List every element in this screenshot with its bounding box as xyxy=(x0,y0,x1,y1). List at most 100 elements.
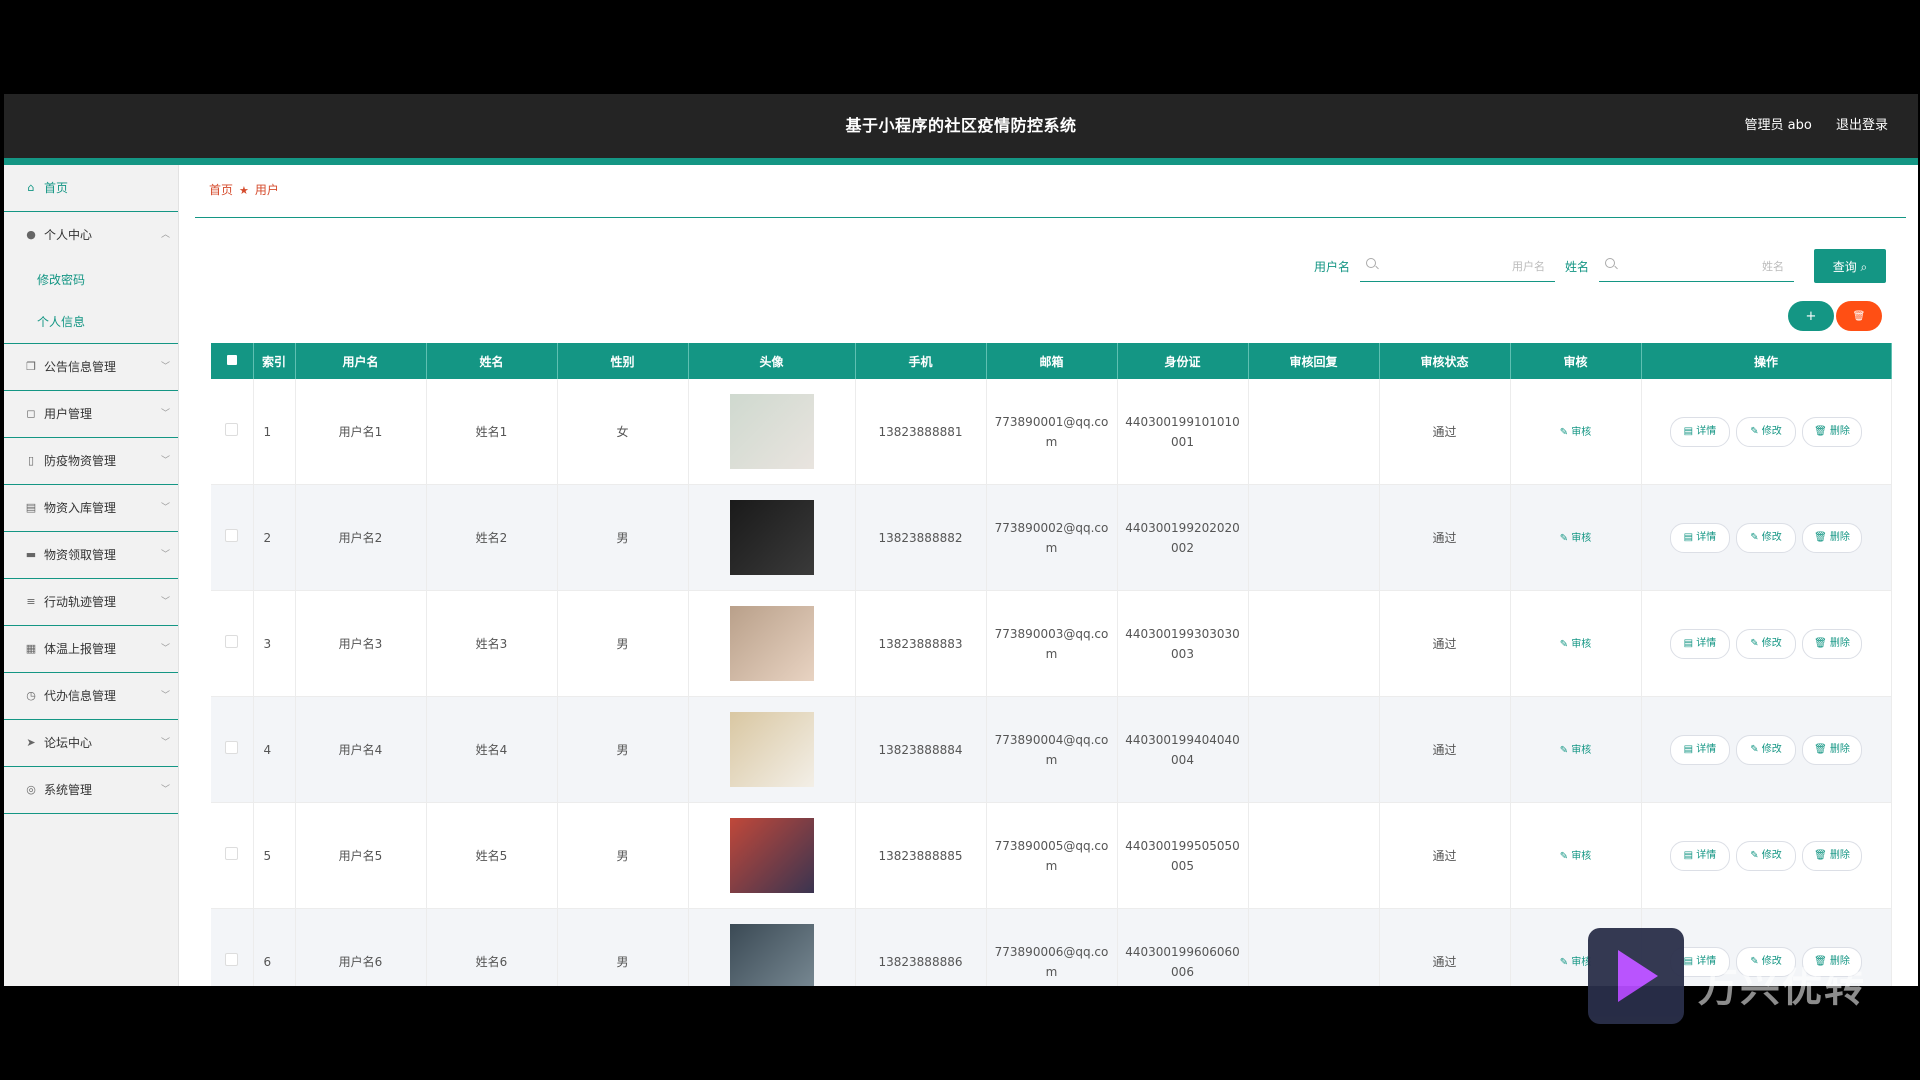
watermark-text: 万兴优转 xyxy=(1698,965,1866,1011)
column-header: 审核状态 xyxy=(1379,343,1511,379)
cell-index: 3 xyxy=(253,590,296,697)
avatar xyxy=(729,818,814,893)
row-checkbox[interactable] xyxy=(225,740,239,754)
cell-avatar xyxy=(688,379,856,485)
cell-email: 773890003@qq.com xyxy=(986,590,1118,697)
query-button[interactable]: 查询 ⌕ xyxy=(1814,249,1886,283)
sidebar-item-label: 防疫物资管理 xyxy=(44,454,117,468)
row-checkbox[interactable] xyxy=(225,422,239,436)
sidebar-item-8[interactable]: ▦ 体温上报管理 ﹀ xyxy=(4,626,178,673)
cell-name: 姓名1 xyxy=(426,379,558,485)
cell-gender: 男 xyxy=(557,696,689,803)
clock-icon: ◷ xyxy=(26,689,36,702)
sidebar-item-11[interactable]: ◎ 系统管理 ﹀ xyxy=(4,767,178,814)
sidebar-item-label: 个人中心 xyxy=(44,228,93,242)
cell-audit-status: 通过 xyxy=(1379,590,1511,697)
delete-button[interactable]: 🗑 删除 xyxy=(1802,416,1862,447)
edit-button[interactable]: ✎ 修改 xyxy=(1736,734,1796,765)
header-user-area: 管理员 abo 退出登录 xyxy=(1725,94,1888,158)
sidebar-item-1[interactable]: ● 个人中心 ︿ xyxy=(4,212,178,259)
cell-phone: 13823888882 xyxy=(855,484,987,591)
breadcrumb-home[interactable]: 首页 xyxy=(209,183,233,197)
edit-button[interactable]: ✎ 修改 xyxy=(1736,416,1796,447)
top-header: 基于小程序的社区疫情防控系统 管理员 abo 退出登录 xyxy=(4,94,1918,158)
cell-audit: ✎ 审核 xyxy=(1510,802,1642,909)
table-row: 3 用户名3 姓名3 男 13823888883 773890003@qq.com 4403… xyxy=(211,590,1892,697)
chevron-down-icon: ﹀ xyxy=(160,597,170,607)
logout-button[interactable]: 退出登录 xyxy=(1836,118,1888,133)
sidebar-item-9[interactable]: ◷ 代办信息管理 ﹀ xyxy=(4,673,178,720)
add-button[interactable]: + xyxy=(1788,301,1834,331)
edit-button[interactable]: ✎ 修改 xyxy=(1736,840,1796,871)
row-checkbox[interactable] xyxy=(225,846,239,860)
sidebar-item-label: 体温上报管理 xyxy=(44,642,117,656)
sidebar: ⌂ 首页 ● 个人中心 ︿ 修改密码 个人信息 ❐ 公告信息管理 ﹀ ◻ 用户管理 ﹀ ▯ 防疫物资管理 ﹀ ▤… xyxy=(4,165,179,986)
delete-button[interactable]: 🗑 删除 xyxy=(1802,628,1862,659)
detail-button[interactable]: ▤ 详情 xyxy=(1670,840,1730,871)
row-checkbox[interactable] xyxy=(225,952,239,966)
sidebar-subitem-1[interactable]: 个人信息 xyxy=(4,301,178,343)
sidebar-subitem-0[interactable]: 修改密码 xyxy=(4,259,178,301)
audit-button[interactable]: ✎ 审核 xyxy=(1560,639,1592,650)
audit-button[interactable]: ✎ 审核 xyxy=(1560,957,1592,968)
cell-username: 用户名1 xyxy=(295,379,427,485)
batch-delete-button[interactable]: 🗑 xyxy=(1836,301,1882,331)
table-row: 2 用户名2 姓名2 男 13823888882 773890002@qq.com 4403… xyxy=(211,484,1892,591)
select-all-checkbox[interactable] xyxy=(226,355,237,365)
detail-button[interactable]: ▤ 详情 xyxy=(1670,416,1730,447)
header-accent-bar xyxy=(4,158,1918,165)
cell-avatar xyxy=(688,908,856,986)
search-icon xyxy=(1365,257,1376,268)
sidebar-item-2[interactable]: ❐ 公告信息管理 ﹀ xyxy=(4,344,178,391)
cell-audit-reply xyxy=(1248,379,1380,485)
search-bar: 用户名 姓名 查询 ⌕ xyxy=(1314,249,1886,283)
cell-email: 773890005@qq.com xyxy=(986,802,1118,909)
avatar xyxy=(729,606,814,681)
row-select-cell xyxy=(211,484,254,591)
sidebar-item-10[interactable]: ➤ 论坛中心 ﹀ xyxy=(4,720,178,767)
row-checkbox[interactable] xyxy=(225,528,239,542)
watermark-logo xyxy=(1588,928,1684,1024)
sidebar-submenu-1: 修改密码 个人信息 xyxy=(4,259,178,344)
sidebar-item-4[interactable]: ▯ 防疫物资管理 ﹀ xyxy=(4,438,178,485)
sidebar-item-0[interactable]: ⌂ 首页 xyxy=(4,165,178,212)
sidebar-item-7[interactable]: ≡ 行动轨迹管理 ﹀ xyxy=(4,579,178,626)
name-search-input[interactable] xyxy=(1621,255,1786,278)
delete-button[interactable]: 🗑 删除 xyxy=(1802,522,1862,553)
delete-button[interactable]: 🗑 删除 xyxy=(1802,734,1862,765)
sidebar-item-6[interactable]: ▬ 物资领取管理 ﹀ xyxy=(4,532,178,579)
delete-button[interactable]: 🗑 删除 xyxy=(1802,840,1862,871)
sidebar-item-label: 代办信息管理 xyxy=(44,689,117,703)
cell-audit-reply xyxy=(1248,590,1380,697)
audit-button[interactable]: ✎ 审核 xyxy=(1560,427,1592,438)
edit-button[interactable]: ✎ 修改 xyxy=(1736,522,1796,553)
edit-button[interactable]: ✎ 修改 xyxy=(1736,628,1796,659)
sidebar-item-label: 用户管理 xyxy=(44,407,93,421)
cell-id-card: 440300199101010001 xyxy=(1117,379,1249,485)
detail-button[interactable]: ▤ 详情 xyxy=(1670,522,1730,553)
cell-operations: ▤ 详情 ✎ 修改 🗑 删除 xyxy=(1641,696,1892,803)
chevron-down-icon: ﹀ xyxy=(160,691,170,701)
row-checkbox[interactable] xyxy=(225,634,239,648)
select-all-cell xyxy=(211,343,254,379)
detail-button[interactable]: ▤ 详情 xyxy=(1670,628,1730,659)
audit-button[interactable]: ✎ 审核 xyxy=(1560,851,1592,862)
username-search-input[interactable] xyxy=(1381,255,1547,278)
column-header: 操作 xyxy=(1641,343,1892,379)
user-icon: ● xyxy=(26,228,36,241)
audit-button[interactable]: ✎ 审核 xyxy=(1560,533,1592,544)
app-window: 基于小程序的社区疫情防控系统 管理员 abo 退出登录 ⌂ 首页 ● 个人中心 ︿ 修改密… xyxy=(4,94,1918,986)
audit-button[interactable]: ✎ 审核 xyxy=(1560,745,1592,756)
sidebar-item-3[interactable]: ◻ 用户管理 ﹀ xyxy=(4,391,178,438)
cell-id-card: 440300199404040004 xyxy=(1117,696,1249,803)
detail-button[interactable]: ▤ 详情 xyxy=(1670,734,1730,765)
row-select-cell xyxy=(211,379,254,485)
chevron-down-icon: ﹀ xyxy=(160,644,170,654)
crop-icon: ◻ xyxy=(26,407,36,420)
cell-name: 姓名5 xyxy=(426,802,558,909)
cell-audit: ✎ 审核 xyxy=(1510,484,1642,591)
cell-operations: ▤ 详情 ✎ 修改 🗑 删除 xyxy=(1641,590,1892,697)
avatar xyxy=(729,500,814,575)
sidebar-item-5[interactable]: ▤ 物资入库管理 ﹀ xyxy=(4,485,178,532)
column-header: 用户名 xyxy=(295,343,427,379)
